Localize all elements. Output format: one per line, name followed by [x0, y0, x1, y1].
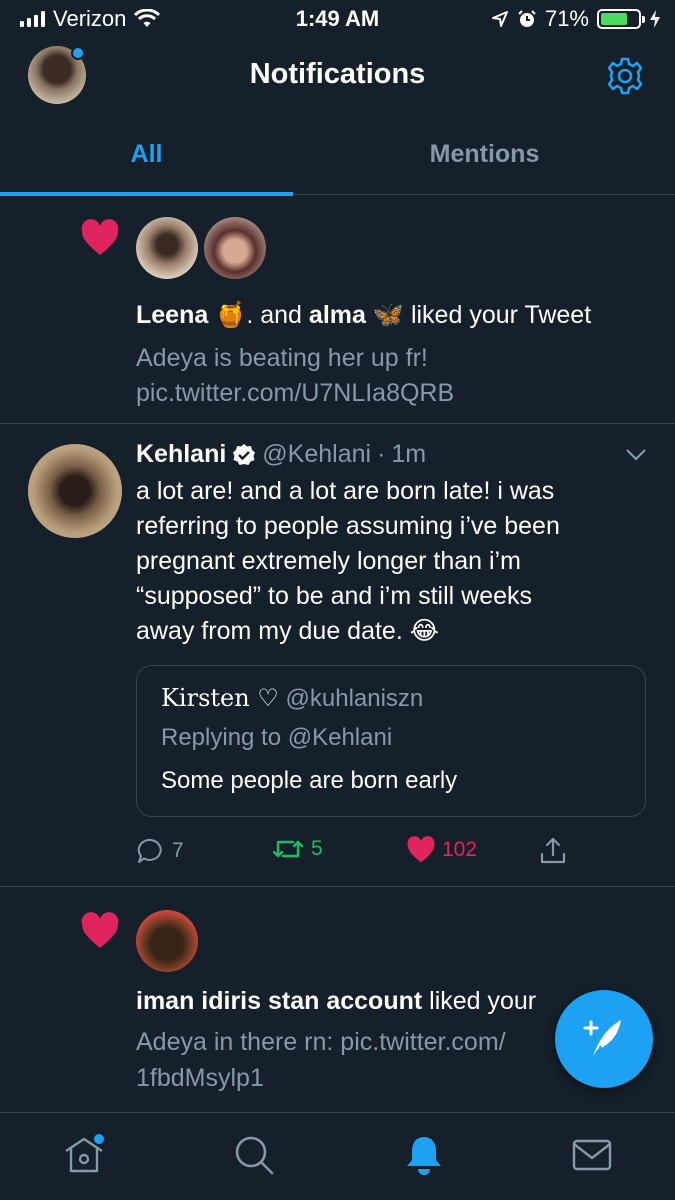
tweet-text: a lot are! and a lot are born late! i wa… [136, 474, 636, 649]
replying-to: Replying to @Kehlani [161, 724, 393, 751]
reply-icon [137, 838, 162, 863]
avatar-leena[interactable] [136, 217, 198, 279]
avatar-alma[interactable] [204, 217, 266, 279]
tweet-preview-link[interactable]: pic.twitter.com/U7NLIa8QRB [136, 379, 454, 408]
heart-icon [81, 219, 119, 255]
charging-icon [650, 10, 660, 28]
divider [0, 886, 675, 887]
retweet-icon [272, 840, 304, 858]
quote-author-name: Kirsten ♡ [161, 684, 279, 712]
share-icon [540, 837, 566, 864]
tweet-preview-link[interactable]: 1fbdMsylp1 [136, 1064, 264, 1093]
notification-summary: Leena 🍯. and alma 🦋 liked your Tweet [136, 301, 591, 330]
user-name[interactable]: alma [309, 301, 366, 329]
reply-button[interactable]: 7 [136, 836, 184, 866]
quote-author-handle: @kuhlaniszn [285, 685, 424, 712]
search-icon[interactable] [232, 1133, 276, 1177]
tweet-line: away from my due date. 😂 [136, 617, 439, 645]
retweet-count: 5 [311, 837, 323, 860]
home-icon[interactable] [62, 1133, 106, 1177]
tweet-line: “supposed” to be and i’m still weeks [136, 582, 533, 610]
tweet-line: referring to people assuming i’ve been [136, 512, 560, 540]
reply-count: 7 [172, 839, 184, 862]
tweet-actions: 7 5 102 [136, 836, 636, 872]
active-tab-indicator [0, 192, 293, 196]
share-button[interactable] [538, 836, 568, 866]
like-button[interactable]: 102 [406, 836, 477, 864]
like-count: 102 [442, 838, 478, 861]
mail-icon[interactable] [570, 1133, 614, 1177]
compose-icon [583, 1020, 621, 1059]
chevron-down-icon[interactable] [625, 448, 647, 462]
page-title: Notifications [249, 58, 426, 90]
tab-all[interactable]: All [0, 140, 293, 169]
battery-icon [597, 9, 645, 29]
separator: · [377, 440, 386, 468]
user-emoji: 🦋 [372, 301, 404, 329]
action-text: liked your [422, 987, 537, 1015]
heart-icon [81, 912, 119, 948]
joiner-text: . and [246, 301, 309, 329]
location-icon [491, 11, 508, 27]
avatar-iman[interactable] [136, 910, 198, 972]
avatar-kehlani[interactable] [28, 444, 122, 538]
user-name[interactable]: iman idiris stan account [136, 987, 422, 1015]
retweet-button[interactable]: 5 [271, 836, 323, 862]
tweet-preview-line: Adeya is beating her up fr! [136, 344, 428, 372]
author-name[interactable]: Kehlani [136, 440, 226, 469]
verified-badge-icon [233, 443, 256, 465]
quote-header: Kirsten ♡ @kuhlaniszn [161, 684, 423, 713]
tab-bar-top: All Mentions [0, 114, 675, 196]
compose-button[interactable] [555, 990, 653, 1088]
quoted-tweet[interactable]: Kirsten ♡ @kuhlaniszn Replying to @Kehla… [136, 665, 646, 817]
user-name[interactable]: Leena [136, 301, 208, 329]
header: Notifications [0, 40, 675, 114]
author-handle[interactable]: @Kehlani [262, 440, 371, 469]
bell-icon[interactable] [402, 1133, 446, 1177]
tweet-time: 1m [391, 440, 427, 468]
tweet-header: Kehlani @Kehlani · 1m [136, 440, 426, 469]
tweet-line: a lot are! and a lot are born late! i wa… [136, 477, 555, 505]
quote-text: Some people are born early [161, 767, 458, 794]
heart-icon [407, 836, 435, 863]
divider [0, 423, 675, 424]
user-emoji: 🍯 [215, 301, 247, 329]
action-text: liked your Tweet [410, 301, 592, 329]
status-icons: 71% [491, 6, 661, 32]
status-bar: Verizon 1:49 AM 71% [0, 0, 675, 40]
tab-mentions[interactable]: Mentions [338, 140, 631, 169]
settings-icon[interactable] [605, 56, 645, 96]
notification-summary: iman idiris stan account liked your [136, 987, 536, 1016]
bottom-tab-bar [0, 1112, 675, 1200]
battery-percent: 71% [544, 6, 589, 31]
alarm-icon [518, 10, 536, 27]
tweet-preview-line: Adeya in there rn: pic.twitter.com/ [136, 1028, 506, 1056]
tweet-line: pregnant extremely longer than i’m [136, 547, 521, 575]
